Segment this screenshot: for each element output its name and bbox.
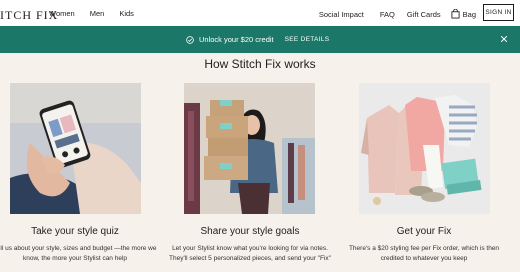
promo-banner: Unlock your $20 credit SEE DETAILS [0, 26, 520, 53]
close-icon[interactable] [500, 35, 508, 43]
style-goals-image [184, 83, 315, 214]
step-3-title: Get your Fix [396, 226, 452, 237]
sign-in-button[interactable]: SIGN IN [483, 4, 514, 21]
nav-link-gift-cards[interactable]: Gift Cards [407, 10, 441, 19]
bag-icon[interactable] [451, 9, 460, 19]
step-2-title: Share your style goals [200, 226, 300, 237]
promo-text: Unlock your $20 credit [199, 35, 274, 44]
category-nav: Women Men Kids [49, 9, 134, 18]
nav-link-bag[interactable]: Bag [463, 10, 476, 19]
step-2-description: Let your Stylist know what you're lookin… [169, 245, 331, 262]
see-details-link[interactable]: SEE DETAILS [285, 36, 330, 43]
step-3-description: There's a $20 styling fee per Fix order,… [348, 245, 500, 262]
step-1-description: Tell us about your style, sizes and budg… [0, 245, 157, 262]
nav-link-social-impact[interactable]: Social Impact [319, 10, 364, 19]
nav-link-faq[interactable]: FAQ [380, 10, 395, 19]
get-your-fix-image [359, 83, 490, 214]
nav-link-men[interactable]: Men [90, 9, 105, 18]
nav-link-women[interactable]: Women [49, 9, 75, 18]
utility-nav: Social Impact FAQ Gift Cards Bag [319, 9, 476, 19]
step-1-title: Take your style quiz [31, 226, 119, 237]
nav-link-kids[interactable]: Kids [119, 9, 134, 18]
section-title: How Stitch Fix works [204, 57, 316, 71]
style-quiz-image [10, 83, 141, 214]
check-circle-icon [186, 35, 194, 44]
top-navigation: ITCH FIX Women Men Kids Social Impact FA… [0, 0, 520, 26]
